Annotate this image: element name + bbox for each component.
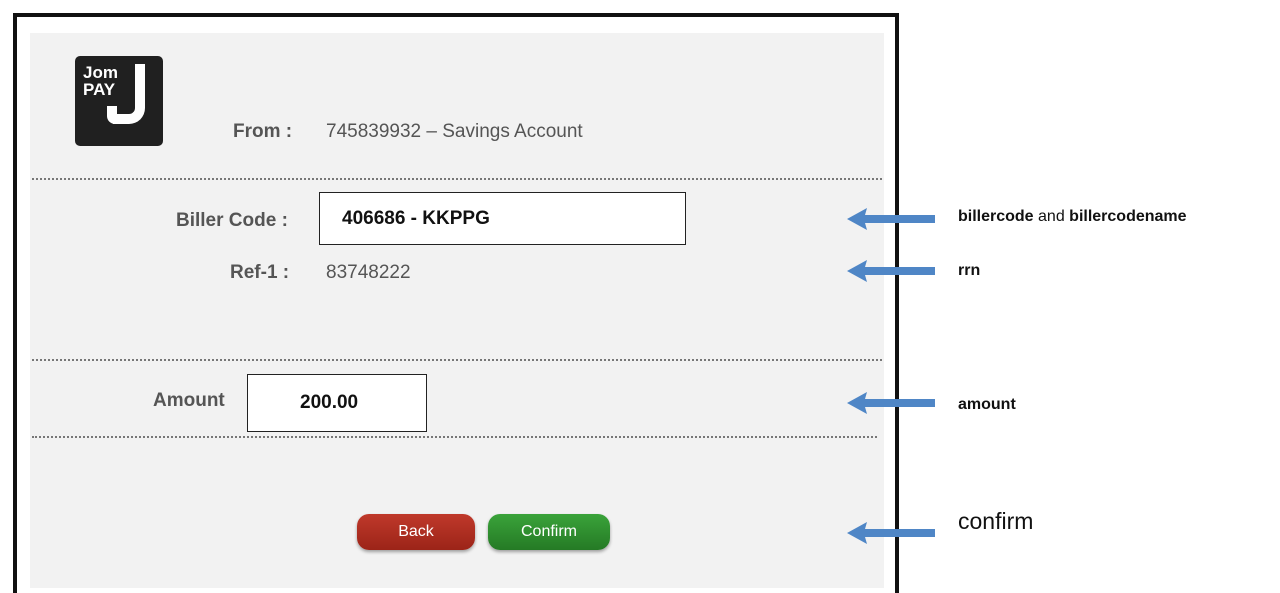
annotation-rrn: rrn xyxy=(958,262,980,280)
confirm-button[interactable]: Confirm xyxy=(488,514,610,550)
arrow-left-icon xyxy=(847,260,935,282)
jompay-logo: Jom PAY xyxy=(75,56,163,146)
annotation-billercode: billercode and billercodename xyxy=(958,208,1187,226)
amount-label: Amount xyxy=(153,390,225,411)
annotation-rrn-term: rrn xyxy=(958,262,981,279)
arrow-left-icon xyxy=(847,208,935,230)
from-label: From : xyxy=(233,121,293,142)
logo-j-mark xyxy=(113,64,145,124)
back-button[interactable]: Back xyxy=(357,514,475,550)
divider xyxy=(32,359,882,361)
ref-1-value: 83748222 xyxy=(326,262,411,283)
arrow-left-icon xyxy=(847,522,935,544)
annotation-amount-term: amount xyxy=(958,396,1016,413)
annotation-billercode-term: billercode xyxy=(958,208,1034,225)
annotation-confirm: confirm xyxy=(958,508,1034,534)
biller-code-value: 406686 - KKPPG xyxy=(342,207,490,229)
biller-code-label: Biller Code : xyxy=(176,210,288,231)
ref-1-label: Ref-1 : xyxy=(230,262,290,283)
divider xyxy=(32,178,882,180)
logo-j-hook xyxy=(107,106,117,124)
arrow-left-icon xyxy=(847,392,935,414)
from-value: 745839932 – Savings Account xyxy=(326,121,583,142)
annotation-billercodename-term: billercodename xyxy=(1069,208,1187,225)
divider xyxy=(32,436,877,438)
amount-value: 200.00 xyxy=(300,392,359,413)
annotation-amount: amount xyxy=(958,396,1016,414)
amount-field[interactable]: 200.00 xyxy=(247,374,427,432)
annotation-and: and xyxy=(1033,208,1070,225)
biller-code-field[interactable]: 406686 - KKPPG xyxy=(319,192,686,245)
